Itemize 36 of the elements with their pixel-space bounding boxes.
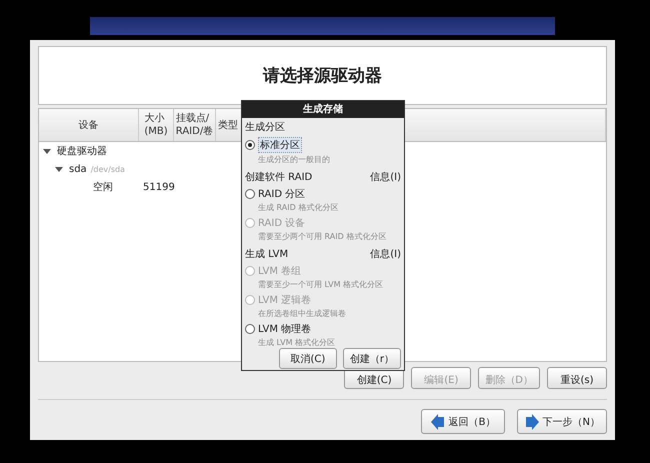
back-button[interactable]: 返回（B） [420,409,505,434]
device-name: sda [69,164,87,175]
column-header[interactable]: 大小 (MB) [139,109,174,142]
section-heading: 生成 LVM [245,248,288,261]
section-heading: 生成分区 [245,120,285,134]
dialog-button[interactable]: 创建（r） [342,348,401,369]
device-name: 空闲 [93,180,113,194]
next-button[interactable]: 下一步（N） [516,409,607,434]
left-arrow-icon [430,414,446,430]
option-label[interactable]: 标准分区 [258,137,302,153]
info-link[interactable]: 信息(I) [370,170,401,184]
dialog-button[interactable]: 取消(C) [278,348,337,369]
radio-button[interactable] [245,140,255,150]
size-cell: 51199 [143,182,175,193]
option-hint: 在所选卷组中生成逻辑卷 [258,308,347,319]
option-hint: 生成 LVM 格式化分区 [258,337,336,348]
dialog-title: 生成存储 [242,101,404,118]
option-hint: 需要至少一个可用 LVM 格式化分区 [258,279,384,290]
radio-button[interactable] [245,189,255,199]
column-header[interactable]: 设备 [39,109,139,142]
column-header[interactable]: 挂载点/ RAID/卷 [174,109,216,142]
option-hint: 生成分区的一般目的 [258,154,331,165]
info-link[interactable]: 信息(I) [370,247,401,261]
device-path: /dev/sda [90,164,125,174]
option-label[interactable]: RAID 分区 [258,187,306,201]
option-hint: 生成 RAID 格式化分区 [258,202,340,213]
radio-button[interactable] [245,324,255,334]
expander-icon[interactable] [43,148,51,154]
option-label[interactable]: LVM 物理卷 [258,322,312,336]
expander-icon[interactable] [55,166,63,172]
section-heading: 创建软件 RAID [245,170,312,184]
right-arrow-icon [524,414,540,430]
option-hint: 需要至少两个可用 RAID 格式化分区 [258,231,388,242]
device-name: 硬盘驱动器 [57,145,107,158]
page-title: 请选择源驱动器 [263,65,382,88]
action-button[interactable]: 重设(s) [547,367,607,389]
